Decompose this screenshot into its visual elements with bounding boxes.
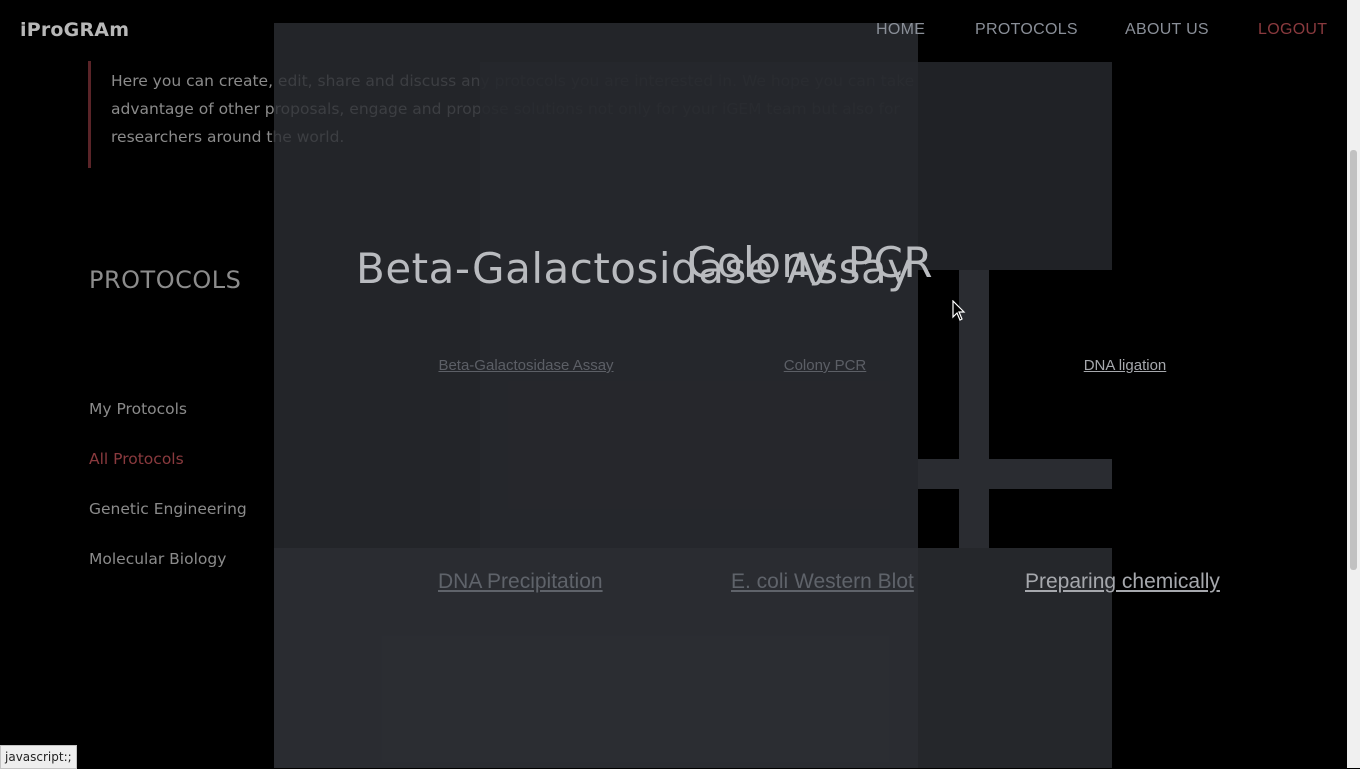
sidebar-item-genetic-engineering[interactable]: Genetic Engineering [89, 500, 247, 518]
drag-title-colony-pcr: Colony PCR [687, 238, 934, 287]
protocol-tile-preparing-chemically[interactable]: Preparing chemically [1025, 570, 1220, 594]
scrollbar-thumb[interactable] [1350, 150, 1357, 570]
protocol-tile-ecoli-western-blot[interactable]: E. coli Western Blot [731, 570, 914, 594]
browser-status-bar: javascript:; [0, 745, 77, 769]
nav-about-us[interactable]: ABOUT US [1125, 21, 1209, 39]
drag-ghost-panel [274, 548, 1112, 768]
protocol-tile-dna-ligation[interactable]: DNA ligation [1060, 357, 1190, 374]
intro-accent-bar [88, 61, 91, 168]
drag-ghost-panel [480, 270, 918, 548]
brand-logo[interactable]: iProGRAm [20, 19, 129, 41]
nav-logout[interactable]: LOGOUT [1258, 21, 1327, 39]
sidebar-item-molecular-biology[interactable]: Molecular Biology [89, 550, 226, 568]
protocol-tile-colony-pcr[interactable]: Colony PCR [765, 357, 885, 374]
grid-gap [918, 459, 1112, 489]
mouse-pointer-icon [952, 300, 966, 321]
protocol-tile-beta-galactosidase[interactable]: Beta-Galactosidase Assay [426, 357, 626, 374]
protocol-tile-dna-precipitation[interactable]: DNA Precipitation [438, 570, 603, 594]
nav-home[interactable]: HOME [876, 21, 925, 39]
sidebar-item-all-protocols[interactable]: All Protocols [89, 450, 184, 468]
protocols-heading: PROTOCOLS [89, 266, 242, 294]
nav-protocols[interactable]: PROTOCOLS [975, 21, 1078, 39]
sidebar-item-my-protocols[interactable]: My Protocols [89, 400, 187, 418]
